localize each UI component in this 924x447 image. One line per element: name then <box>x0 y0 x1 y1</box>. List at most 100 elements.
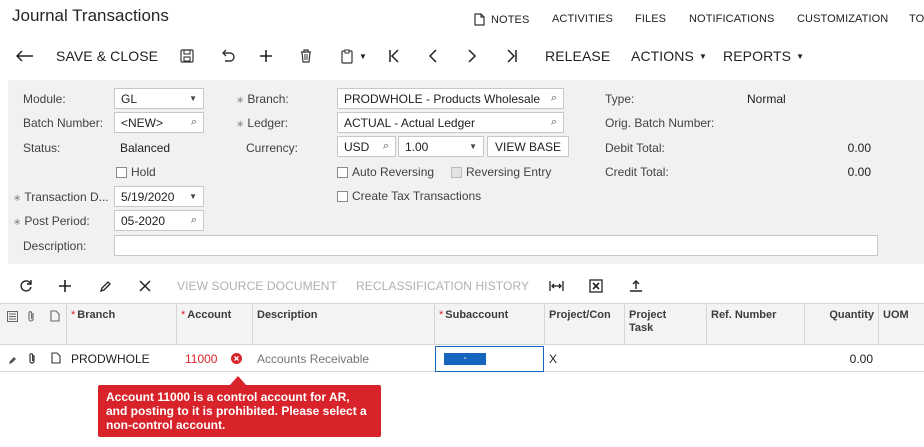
upload-icon <box>630 280 642 292</box>
actions-menu[interactable]: ACTIONS ▼ <box>631 46 707 66</box>
activities-link[interactable]: ACTIVITIES <box>552 13 613 25</box>
delete-row-button[interactable] <box>135 278 155 294</box>
fit-columns-button[interactable] <box>546 278 566 294</box>
previous-record-button[interactable] <box>424 46 442 66</box>
reports-menu[interactable]: REPORTS ▼ <box>723 46 804 66</box>
tools-link[interactable]: TO <box>909 13 924 25</box>
column-header-project-task[interactable]: Project Task <box>624 303 706 345</box>
column-header-uom[interactable]: UOM <box>878 303 924 345</box>
export-excel-button[interactable] <box>586 278 606 294</box>
credit-total-value: 0.00 <box>847 165 871 179</box>
note-icon[interactable] <box>51 352 61 367</box>
edit-row-button[interactable] <box>95 278 115 294</box>
customization-link[interactable]: CUSTOMIZATION <box>797 13 888 25</box>
attachment-column-icon <box>27 310 36 326</box>
back-button[interactable] <box>14 46 36 66</box>
post-period-input[interactable]: 05-2020 ⌕ <box>114 210 204 231</box>
cell-project[interactable]: X <box>544 345 624 372</box>
delete-button[interactable] <box>297 46 315 66</box>
cell-account[interactable]: 11000 <box>176 345 252 372</box>
save-button[interactable] <box>178 46 196 66</box>
reclassification-history-button[interactable]: RECLASSIFICATION HISTORY <box>356 278 529 294</box>
checkbox-box[interactable] <box>337 166 348 178</box>
column-header-project[interactable]: Project/Con <box>544 303 624 345</box>
module-value: GL <box>121 91 138 106</box>
add-button[interactable] <box>257 46 275 66</box>
view-base-button[interactable]: VIEW BASE <box>487 136 570 157</box>
ledger-input[interactable]: ACTUAL - Actual Ledger ⌕ <box>337 112 564 133</box>
auto-reversing-label: Auto Reversing <box>352 165 435 179</box>
module-select[interactable]: GL ▼ <box>114 88 204 109</box>
first-record-button[interactable] <box>385 46 403 66</box>
save-icon <box>180 49 194 63</box>
search-icon[interactable]: ⌕ <box>551 116 557 129</box>
search-icon[interactable]: ⌕ <box>383 140 389 153</box>
first-icon <box>389 49 399 63</box>
search-icon[interactable]: ⌕ <box>551 92 557 105</box>
notifications-link[interactable]: NOTIFICATIONS <box>689 13 774 25</box>
document-icon <box>474 13 485 26</box>
required-marker: ∗ <box>236 95 245 106</box>
type-value: Normal <box>747 92 786 106</box>
save-close-button[interactable]: SAVE & CLOSE <box>56 46 158 66</box>
column-header-quantity[interactable]: Quantity <box>804 303 878 345</box>
chevron-down-icon[interactable]: ▼ <box>189 192 197 201</box>
attachment-icon[interactable] <box>28 352 37 368</box>
chevron-right-icon <box>468 49 477 63</box>
cell-subaccount[interactable]: - <box>435 346 544 372</box>
last-record-button[interactable] <box>503 46 521 66</box>
undo-button[interactable] <box>218 46 236 66</box>
column-header-account[interactable]: * Account <box>176 303 252 345</box>
orig-batch-label: Orig. Batch Number: <box>605 116 715 130</box>
view-source-document-button[interactable]: VIEW SOURCE DOCUMENT <box>177 278 337 294</box>
column-header-project-task-label: Project Task <box>629 309 667 334</box>
release-button[interactable]: RELEASE <box>545 46 610 66</box>
next-record-button[interactable] <box>463 46 481 66</box>
create-tax-label: Create Tax Transactions <box>352 189 482 203</box>
error-tooltip: Account 11000 is a control account for A… <box>98 385 381 437</box>
cell-description[interactable]: Accounts Receivable <box>252 345 434 372</box>
refresh-icon <box>20 280 32 292</box>
auto-reversing-checkbox[interactable]: Auto Reversing <box>337 165 434 179</box>
column-header-description[interactable]: Description <box>252 303 434 345</box>
required-marker: ∗ <box>236 119 245 130</box>
post-period-text: Post Period: <box>24 214 90 228</box>
refresh-button[interactable] <box>16 278 36 294</box>
required-marker: ∗ <box>13 217 22 228</box>
row-selector-icon[interactable] <box>7 311 18 325</box>
checkbox-box <box>451 166 462 178</box>
files-link[interactable]: FILES <box>635 13 666 25</box>
plus-icon <box>59 280 71 292</box>
transaction-date-input[interactable]: 5/19/2020 ▼ <box>114 186 204 207</box>
column-header-quantity-label: Quantity <box>829 309 874 321</box>
description-input[interactable] <box>114 235 878 256</box>
batch-number-input[interactable]: <NEW> ⌕ <box>114 112 204 133</box>
create-tax-checkbox[interactable]: Create Tax Transactions <box>337 189 481 203</box>
currency-rate-select[interactable]: 1.00 ▼ <box>398 136 484 157</box>
cell-branch[interactable]: PRODWHOLE <box>66 345 176 372</box>
page-title: Journal Transactions <box>12 6 169 25</box>
search-icon[interactable]: ⌕ <box>191 116 197 129</box>
upload-button[interactable] <box>626 278 646 294</box>
checkbox-box[interactable] <box>116 166 127 178</box>
search-icon[interactable]: ⌕ <box>191 214 197 227</box>
column-header-ref-number[interactable]: Ref. Number <box>706 303 804 345</box>
branch-label-text: Branch: <box>247 92 289 106</box>
column-header-subaccount[interactable]: * Subaccount <box>434 303 544 345</box>
notes-link[interactable]: NOTES <box>474 13 529 26</box>
error-icon[interactable] <box>231 353 243 364</box>
debit-total-value: 0.00 <box>847 141 871 155</box>
column-header-subaccount-label: Subaccount <box>445 309 509 321</box>
clipboard-button[interactable]: ▼ <box>337 46 371 66</box>
currency-input[interactable]: USD ⌕ <box>337 136 396 157</box>
undo-icon <box>221 49 235 62</box>
column-header-branch-label: Branch <box>77 309 116 321</box>
add-row-button[interactable] <box>55 278 75 294</box>
checkbox-box[interactable] <box>337 190 348 202</box>
branch-input[interactable]: PRODWHOLE - Products Wholesale ⌕ <box>337 88 564 109</box>
type-label: Type: <box>605 92 635 106</box>
column-header-branch[interactable]: * Branch <box>66 303 176 345</box>
cell-quantity[interactable]: 0.00 <box>804 345 878 372</box>
hold-checkbox[interactable]: Hold <box>116 165 156 179</box>
excel-icon <box>589 279 603 293</box>
